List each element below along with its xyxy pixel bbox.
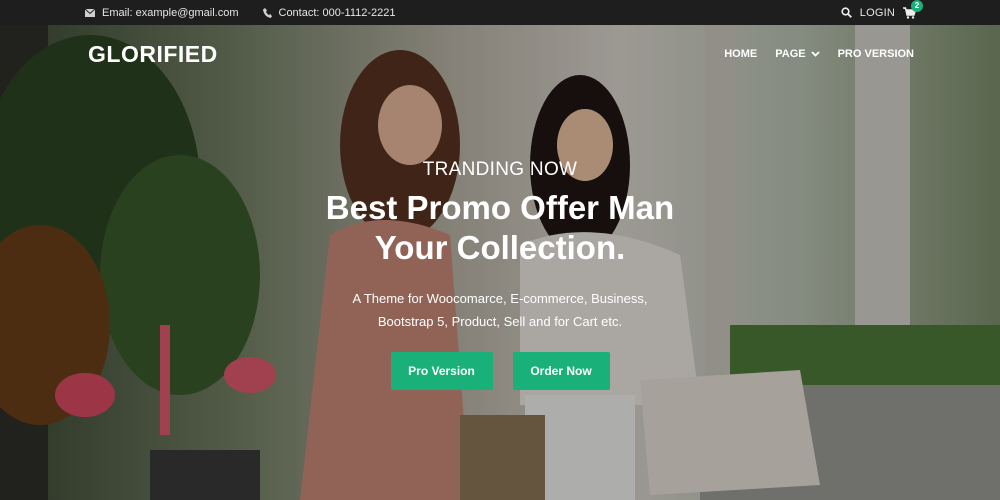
account-area: LOGIN 2: [841, 0, 923, 19]
phone-contact[interactable]: Contact: 000-1112-2221: [262, 6, 396, 19]
pro-version-button[interactable]: Pro Version: [390, 352, 493, 390]
hero-eyebrow: TRANDING NOW: [422, 159, 578, 180]
login-link[interactable]: LOGIN: [860, 7, 895, 19]
contact-info: Email: example@gmail.com Contact: 000-11…: [85, 7, 420, 19]
nav-item-home[interactable]: HOME: [724, 48, 757, 60]
phone-icon: [262, 7, 272, 18]
email-text: Email: example@gmail.com: [102, 6, 239, 19]
nav-item-label: PRO VERSION: [837, 48, 914, 60]
search-icon[interactable]: [841, 7, 852, 18]
email-contact[interactable]: Email: example@gmail.com: [85, 7, 239, 19]
top-bar: Email: example@gmail.com Contact: 000-11…: [0, 0, 1000, 25]
phone-text: Contact: 000-1112-2221: [278, 6, 396, 19]
nav-item-label: PAGE: [775, 48, 806, 60]
hero-buttons: Pro Version Order Now: [0, 352, 1000, 390]
hero-headline-line-2: Your Collection.: [374, 229, 626, 266]
cart-count-badge: 2: [911, 0, 923, 12]
hero-description: A Theme for Woocomarce, E-commerce, Busi…: [0, 287, 1000, 333]
cart-button[interactable]: 2: [903, 0, 923, 19]
nav-item-pro-version[interactable]: PRO VERSION: [838, 48, 914, 60]
envelope-icon: [85, 8, 95, 17]
hero-section: GLORIFIED HOME PAGE PRO VERSION TRANDING…: [0, 25, 1000, 500]
hero-headline: Best Promo Offer Man Your Collection.: [0, 188, 1000, 268]
hero-headline-line-1: Best Promo Offer Man: [325, 189, 675, 226]
main-nav: HOME PAGE PRO VERSION: [706, 48, 914, 60]
order-now-button[interactable]: Order Now: [512, 352, 610, 390]
nav-item-page[interactable]: PAGE: [775, 48, 820, 60]
chevron-down-icon: [810, 51, 820, 57]
site-logo[interactable]: GLORIFIED: [88, 41, 218, 68]
nav-item-label: HOME: [724, 48, 758, 60]
hero-description-line-1: A Theme for Woocomarce, E-commerce, Busi…: [352, 291, 648, 306]
hero-description-line-2: Bootstrap 5, Product, Sell and for Cart …: [377, 314, 623, 329]
